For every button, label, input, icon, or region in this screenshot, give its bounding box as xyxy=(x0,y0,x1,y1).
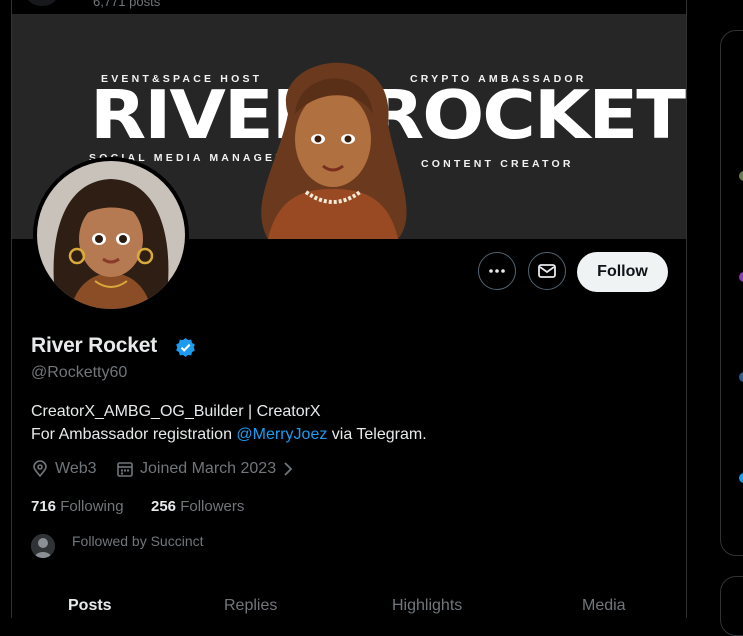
user-handle: @Rocketty60 xyxy=(31,364,128,381)
followed-by-text[interactable]: Followed by Succinct xyxy=(72,533,204,549)
location: Web3 xyxy=(31,460,97,478)
chevron-right-icon xyxy=(284,462,293,476)
followed-by-avatar[interactable] xyxy=(31,534,55,558)
bio-text-prefix: For Ambassador registration xyxy=(31,426,237,443)
sidebar-avatar[interactable] xyxy=(739,372,743,382)
tab-media[interactable]: Media xyxy=(582,597,626,615)
tab-posts[interactable]: Posts xyxy=(68,597,112,615)
profile-column: 6,771 posts EVENT&SPACE HOST CRYPTO AMBA… xyxy=(11,0,687,618)
following-link[interactable]: 716 Following xyxy=(31,498,124,515)
following-label: Following xyxy=(60,498,124,515)
profile-bio: CreatorX_AMBG_OG_Builder | CreatorX For … xyxy=(31,400,427,446)
banner-tag-content: CONTENT CREATOR xyxy=(421,158,574,170)
followed-by-avatar-image xyxy=(31,534,55,558)
join-date-text: Joined March 2023 xyxy=(140,460,277,477)
verified-icon[interactable] xyxy=(175,337,196,358)
profile-avatar[interactable] xyxy=(33,157,189,313)
top-header: 6,771 posts xyxy=(12,0,686,14)
bio-line-1: CreatorX_AMBG_OG_Builder | CreatorX xyxy=(31,403,321,420)
bio-text-suffix: via Telegram. xyxy=(327,426,427,443)
avatar-image xyxy=(37,161,185,309)
tab-highlights[interactable]: Highlights xyxy=(392,597,462,615)
join-date[interactable]: Joined March 2023 xyxy=(116,460,302,478)
sidebar-avatar[interactable] xyxy=(739,272,743,282)
sidebar-card-lower xyxy=(720,576,743,636)
followers-link[interactable]: 256 Followers xyxy=(151,498,244,515)
more-button[interactable] xyxy=(478,252,516,290)
followers-label: Followers xyxy=(180,498,245,515)
following-count: 716 xyxy=(31,498,57,515)
bio-line-2: For Ambassador registration @MerryJoez v… xyxy=(31,423,427,446)
location-icon xyxy=(33,460,47,478)
message-icon xyxy=(538,264,556,278)
sidebar-avatar[interactable] xyxy=(739,473,743,483)
followers-count: 256 xyxy=(151,498,177,515)
bio-mention-link[interactable]: @MerryJoez xyxy=(236,426,327,443)
calendar-icon xyxy=(117,462,133,477)
tab-replies[interactable]: Replies xyxy=(224,597,277,615)
sidebar-avatar[interactable] xyxy=(739,171,743,181)
banner-illustration xyxy=(261,62,407,239)
follow-button[interactable]: Follow xyxy=(577,252,668,292)
header-avatar[interactable] xyxy=(26,0,58,6)
more-icon xyxy=(489,269,505,273)
location-text: Web3 xyxy=(55,460,97,477)
post-count: 6,771 posts xyxy=(93,0,161,9)
display-name: River Rocket xyxy=(31,334,157,357)
message-button[interactable] xyxy=(528,252,566,290)
